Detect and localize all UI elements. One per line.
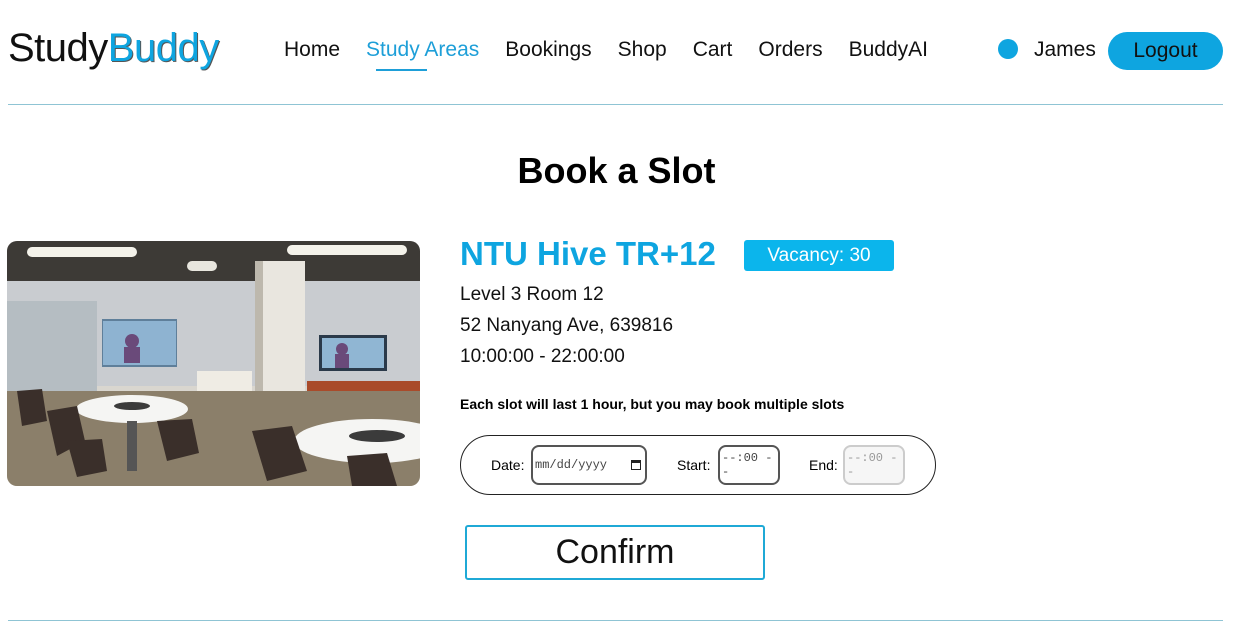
footer-divider (8, 620, 1223, 621)
date-input[interactable]: mm/dd/yyyy (531, 445, 647, 485)
booking-note: Each slot will last 1 hour, but you may … (460, 396, 845, 412)
end-time-input[interactable]: --:00 -- (843, 445, 905, 485)
study-area-hours: 10:00:00 - 22:00:00 (460, 346, 625, 367)
nav-orders[interactable]: Orders (758, 38, 822, 62)
study-area-address: 52 Nanyang Ave, 639816 (460, 315, 674, 336)
header-divider (8, 104, 1223, 105)
vacancy-badge: Vacancy: 30 (744, 240, 894, 271)
date-label: Date: (491, 457, 525, 473)
logo[interactable]: StudyBuddy (8, 26, 219, 71)
study-area-name: NTU Hive TR+12 (460, 235, 716, 272)
top-navbar: StudyBuddy Home Study Areas Bookings Sho… (0, 0, 1233, 104)
nav-home[interactable]: Home (284, 38, 340, 62)
main-nav: Home Study Areas Bookings Shop Cart Orde… (284, 38, 928, 71)
start-label: Start: (677, 457, 711, 473)
confirm-button[interactable]: Confirm (465, 525, 765, 580)
start-time-placeholder: --:00 -- (722, 451, 773, 479)
nav-cart[interactable]: Cart (693, 38, 733, 62)
logout-button[interactable]: Logout (1108, 32, 1223, 70)
date-placeholder: mm/dd/yyyy (535, 458, 608, 472)
logo-part-buddy: Buddy (107, 26, 219, 70)
user-status-icon (998, 39, 1018, 59)
start-time-input[interactable]: --:00 -- (718, 445, 780, 485)
end-label: End: (809, 457, 838, 473)
room-photo-icon (7, 241, 420, 486)
user-name: James (1034, 38, 1096, 61)
logo-part-study: Study (8, 26, 108, 70)
study-area-photo (7, 241, 420, 486)
nav-bookings[interactable]: Bookings (505, 38, 591, 62)
nav-study-areas[interactable]: Study Areas (366, 38, 479, 71)
nav-shop[interactable]: Shop (618, 38, 667, 62)
nav-buddyai[interactable]: BuddyAI (849, 38, 928, 62)
calendar-icon[interactable] (631, 460, 641, 470)
study-area-location: Level 3 Room 12 (460, 284, 604, 305)
page-title: Book a Slot (517, 150, 716, 191)
end-time-placeholder: --:00 -- (847, 451, 898, 479)
